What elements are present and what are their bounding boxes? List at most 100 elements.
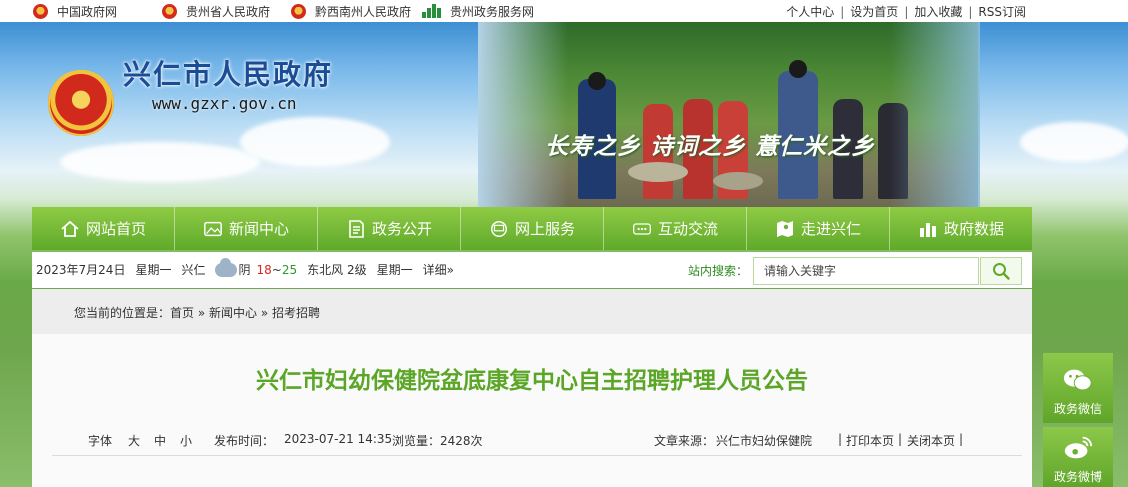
separator: | bbox=[898, 432, 903, 446]
rss-link[interactable]: RSS订阅 bbox=[978, 3, 1026, 20]
temperature: 18~25 bbox=[257, 263, 298, 277]
nav-online-service[interactable]: 网上服务 bbox=[461, 207, 604, 250]
breadcrumb-recruitment[interactable]: 招考招聘 bbox=[272, 306, 320, 320]
national-emblem-icon bbox=[291, 3, 306, 19]
divider bbox=[52, 455, 1022, 456]
site-url: www.gzxr.gov.cn bbox=[152, 94, 297, 113]
nav-label: 新闻中心 bbox=[228, 220, 289, 238]
nav-news[interactable]: 新闻中心 bbox=[175, 207, 318, 250]
breadcrumb: 您当前的位置是：首页 » 新闻中心 » 招考招聘 bbox=[74, 304, 320, 321]
separator: | bbox=[840, 4, 845, 19]
search-input[interactable] bbox=[753, 257, 979, 285]
nav-label: 政府数据 bbox=[943, 220, 1004, 238]
article-source: 兴仁市妇幼保健院 bbox=[716, 434, 813, 448]
weather-text: 阴 bbox=[238, 263, 251, 277]
views-label: 浏览量： bbox=[392, 434, 441, 448]
weekday-repeat: 星期一 bbox=[376, 263, 413, 277]
nav-gov-open[interactable]: 政务公开 bbox=[318, 207, 461, 250]
map-icon bbox=[775, 219, 795, 239]
weibo-icon bbox=[1062, 434, 1094, 462]
publish-time: 2023-07-21 14:35 bbox=[284, 432, 393, 446]
font-small-button[interactable]: 小 bbox=[180, 432, 192, 449]
article-title: 兴仁市妇幼保健院盆底康复中心自主招聘护理人员公告 bbox=[256, 368, 808, 394]
separator: | bbox=[968, 4, 973, 19]
breadcrumb-prefix: 您当前的位置是： bbox=[74, 306, 171, 320]
link-guizhou-gov[interactable]: 贵州省人民政府 bbox=[162, 3, 270, 19]
image-icon bbox=[203, 219, 223, 239]
bar-chart-icon bbox=[918, 219, 938, 239]
weather-detail-link[interactable]: 详细» bbox=[423, 261, 454, 278]
current-date: 2023年7月24日 bbox=[36, 263, 126, 277]
add-favorite-link[interactable]: 加入收藏 bbox=[914, 3, 962, 20]
link-label: 贵州省人民政府 bbox=[186, 4, 271, 19]
weibo-label: 政务微博 bbox=[1053, 470, 1102, 484]
date-weather: 2023年7月24日 星期一 兴仁 阴 18~25 东北风 2级 星期一 详细» bbox=[36, 257, 464, 278]
nav-label: 走进兴仁 bbox=[800, 220, 861, 238]
cloud-decoration bbox=[240, 117, 390, 167]
breadcrumb-news[interactable]: 新闻中心 bbox=[209, 306, 257, 320]
search-button[interactable] bbox=[980, 257, 1022, 285]
current-weekday: 星期一 bbox=[135, 263, 172, 277]
weather-summary: 阴 bbox=[215, 257, 251, 278]
chat-icon bbox=[632, 219, 652, 239]
link-guizhou-service[interactable]: 贵州政务服务网 bbox=[422, 3, 534, 19]
wind: 东北风 2级 bbox=[307, 263, 367, 277]
source-label: 文章来源： bbox=[654, 434, 715, 448]
wechat-label: 政务微信 bbox=[1053, 402, 1102, 416]
site-logo-emblem[interactable] bbox=[48, 70, 114, 136]
temp-high: 25 bbox=[281, 262, 298, 277]
link-qianxinan-gov[interactable]: 黔西南州人民政府 bbox=[291, 3, 411, 19]
gov-service-icon bbox=[422, 4, 444, 18]
info-bar: 2023年7月24日 星期一 兴仁 阴 18~25 东北风 2级 星期一 详细»… bbox=[32, 252, 1032, 288]
top-bar: 中国政府网 贵州省人民政府 黔西南州人民政府 贵州政务服务网 个人中心 | 设为… bbox=[0, 0, 1128, 22]
personal-center-link[interactable]: 个人中心 bbox=[786, 3, 834, 20]
document-icon bbox=[346, 219, 366, 239]
site-title: 兴仁市人民政府 bbox=[123, 58, 334, 91]
nav-home[interactable]: 网站首页 bbox=[32, 207, 175, 250]
link-label: 贵州政务服务网 bbox=[450, 4, 535, 19]
nav-label: 互动交流 bbox=[657, 220, 718, 238]
set-homepage-link[interactable]: 设为首页 bbox=[850, 3, 898, 20]
views-count: 2428次 bbox=[440, 434, 483, 448]
nav-about-xingren[interactable]: 走进兴仁 bbox=[747, 207, 890, 250]
nav-gov-data[interactable]: 政府数据 bbox=[890, 207, 1032, 250]
cloud-decoration bbox=[60, 142, 260, 182]
publish-time-label: 发布时间： bbox=[214, 434, 275, 448]
photo-fade bbox=[478, 22, 568, 207]
photo-fade bbox=[890, 22, 980, 207]
breadcrumb-home[interactable]: 首页 bbox=[170, 306, 194, 320]
search-icon bbox=[993, 263, 1010, 280]
font-size-label: 字体 bbox=[88, 434, 113, 448]
home-icon bbox=[60, 219, 80, 239]
link-label: 中国政府网 bbox=[57, 4, 118, 19]
article-panel: 兴仁市妇幼保健院盆底康复中心自主招聘护理人员公告 字体 大 中 小 发布时间： … bbox=[32, 334, 1032, 487]
temp-separator: ~ bbox=[271, 262, 282, 277]
temp-low: 18 bbox=[256, 262, 272, 277]
close-page-link[interactable]: 关闭本页 bbox=[907, 432, 955, 449]
font-medium-button[interactable]: 中 bbox=[154, 432, 166, 449]
national-emblem-icon bbox=[162, 3, 177, 19]
cloud-icon bbox=[215, 257, 238, 277]
nav-label: 政务公开 bbox=[371, 220, 432, 238]
font-large-button[interactable]: 大 bbox=[128, 432, 140, 449]
national-emblem-icon bbox=[33, 3, 48, 19]
cloud-decoration bbox=[1020, 122, 1128, 162]
separator: | bbox=[904, 4, 909, 19]
search-label: 站内搜索： bbox=[688, 264, 749, 278]
wechat-icon bbox=[1062, 366, 1094, 394]
breadcrumb-bar: 您当前的位置是：首页 » 新闻中心 » 招考招聘 bbox=[32, 289, 1032, 334]
link-label: 黔西南州人民政府 bbox=[315, 4, 412, 19]
nav-interaction[interactable]: 互动交流 bbox=[604, 207, 747, 250]
main-nav: 网站首页 新闻中心 政务公开 网上服务 互动交流 走进兴仁 政府数据 bbox=[32, 207, 1032, 250]
link-china-gov[interactable]: 中国政府网 bbox=[33, 3, 117, 19]
weibo-button[interactable]: 政务微博 bbox=[1043, 427, 1113, 487]
wechat-button[interactable]: 政务微信 bbox=[1043, 353, 1113, 423]
top-right-links: 个人中心 | 设为首页 | 加入收藏 | RSS订阅 bbox=[786, 3, 1026, 20]
breadcrumb-sep: » bbox=[257, 306, 273, 320]
separator: | bbox=[838, 432, 843, 446]
breadcrumb-sep: » bbox=[194, 306, 210, 320]
site-slogan: 长寿之乡 诗词之乡 薏仁米之乡 bbox=[545, 133, 876, 160]
nav-label: 网站首页 bbox=[85, 220, 146, 238]
weather-city: 兴仁 bbox=[181, 263, 206, 277]
print-page-link[interactable]: 打印本页 bbox=[846, 432, 894, 449]
